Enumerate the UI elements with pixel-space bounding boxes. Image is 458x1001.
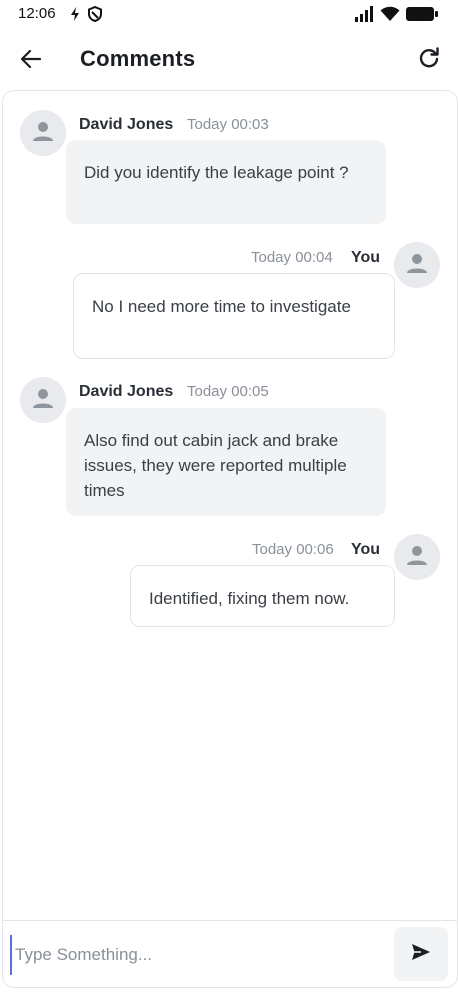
page-title: Comments [80, 46, 196, 71]
comment-input[interactable] [10, 935, 382, 975]
status-time: 12:06 [18, 5, 56, 22]
person-icon [406, 544, 428, 571]
comment-author: You [351, 541, 381, 558]
refresh-icon [418, 46, 440, 74]
refresh-button[interactable] [414, 45, 444, 75]
send-icon [411, 943, 431, 966]
person-icon [32, 387, 54, 414]
comment-bubble: Also find out cabin jack and brake issue… [66, 408, 386, 516]
avatar [20, 377, 66, 423]
comment-author: David Jones [79, 116, 174, 133]
status-bar: 12:06 [0, 0, 458, 30]
comment-time: Today 00:05 [187, 383, 269, 400]
comment-author: David Jones [79, 383, 174, 400]
comment-time: Today 00:06 [252, 541, 334, 558]
data-saver-icon [70, 6, 80, 27]
avatar [20, 110, 66, 156]
comment-bubble: Identified, fixing them now. [130, 565, 395, 627]
avatar [394, 534, 440, 580]
comments-list[interactable]: David Jones Today 00:03 Did you identify… [2, 90, 458, 988]
person-icon [32, 120, 54, 147]
comment-time: Today 00:04 [251, 249, 333, 266]
send-button[interactable] [394, 927, 448, 981]
comment-author: You [351, 249, 381, 266]
composer [2, 920, 458, 988]
signal-icon [354, 6, 374, 27]
person-icon [406, 252, 428, 279]
avatar [394, 242, 440, 288]
comment-time: Today 00:03 [187, 116, 269, 133]
comment-bubble: No I need more time to investigate [73, 273, 395, 359]
app-bar: Comments [0, 36, 458, 86]
comment-bubble: Did you identify the leakage point ? [66, 140, 386, 224]
shield-icon [88, 5, 102, 27]
battery-icon [406, 6, 438, 27]
wifi-icon [380, 6, 400, 27]
arrow-left-icon [20, 49, 42, 73]
back-button[interactable] [16, 46, 46, 76]
